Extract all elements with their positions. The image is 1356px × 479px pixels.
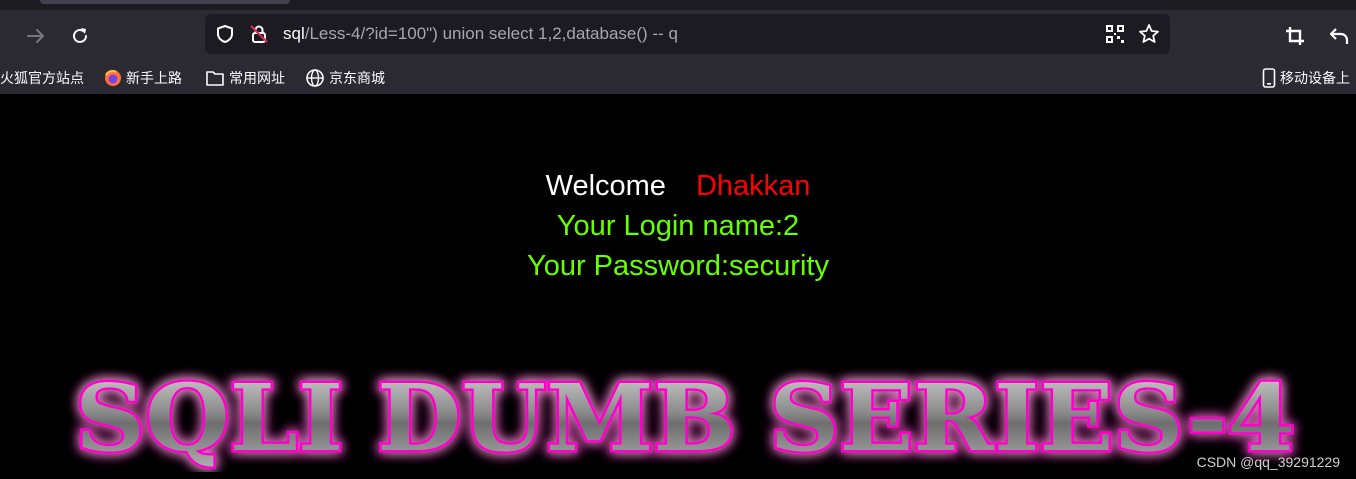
reload-icon[interactable]: [66, 22, 94, 50]
bookmarks-toolbar: 火狐官方站点 新手上路 常用网址 京东商城 移动设备上: [0, 62, 1356, 94]
bookmark-label: 常用网址: [229, 71, 285, 87]
mobile-device-icon: [1262, 68, 1276, 88]
bookmark-label: 新手上路: [126, 71, 182, 87]
bookmark-common-sites[interactable]: 常用网址: [205, 67, 285, 89]
crop-screenshot-icon[interactable]: [1281, 22, 1309, 50]
bookmark-label: 京东商城: [329, 71, 385, 87]
url-path: /Less-4/?id=100") union select 1,2,datab…: [304, 24, 678, 43]
bookmark-jd-mall[interactable]: 京东商城: [305, 67, 385, 89]
folder-icon: [205, 69, 225, 87]
tab-strip: [0, 0, 1356, 10]
forward-arrow-icon[interactable]: [22, 22, 50, 50]
password-result: Your Password:security: [527, 250, 829, 282]
page-content: Welcome Dhakkan Your Login name:2 Your Pa…: [0, 94, 1356, 479]
bookmark-label: 火狐官方站点: [0, 71, 84, 87]
user-name: Dhakkan: [695, 170, 811, 202]
url-host: sql: [283, 24, 305, 43]
bookmark-getting-started[interactable]: 新手上路: [104, 67, 182, 89]
address-bar[interactable]: sql/Less-4/?id=100") union select 1,2,da…: [205, 14, 1170, 54]
mobile-bookmarks[interactable]: 移动设备上: [1262, 67, 1350, 89]
welcome-line: Welcome Dhakkan: [0, 170, 1356, 203]
globe-icon: [305, 68, 325, 88]
active-tab[interactable]: [40, 0, 290, 4]
login-name-result: Your Login name:2: [556, 210, 800, 242]
undo-arrow-icon[interactable]: [1325, 22, 1353, 50]
bookmark-firefox-site[interactable]: 火狐官方站点: [0, 67, 84, 89]
shield-icon[interactable]: [211, 20, 239, 48]
mobile-bookmarks-label: 移动设备上: [1280, 71, 1350, 87]
sqli-dumb-series-banner: SQLI DUMB SERIES-4: [73, 362, 1298, 472]
url-text[interactable]: sql/Less-4/?id=100") union select 1,2,da…: [283, 24, 678, 44]
insecure-lock-icon[interactable]: [245, 20, 273, 48]
csdn-watermark: CSDN @qq_39291229: [1196, 454, 1340, 470]
qr-code-icon[interactable]: [1101, 20, 1129, 48]
welcome-text: Welcome: [545, 170, 666, 202]
star-bookmark-icon[interactable]: [1135, 20, 1163, 48]
banner-text: SQLI DUMB SERIES-4: [75, 364, 1295, 472]
firefox-logo-icon: [104, 69, 122, 87]
navigation-toolbar: sql/Less-4/?id=100") union select 1,2,da…: [0, 10, 1356, 62]
